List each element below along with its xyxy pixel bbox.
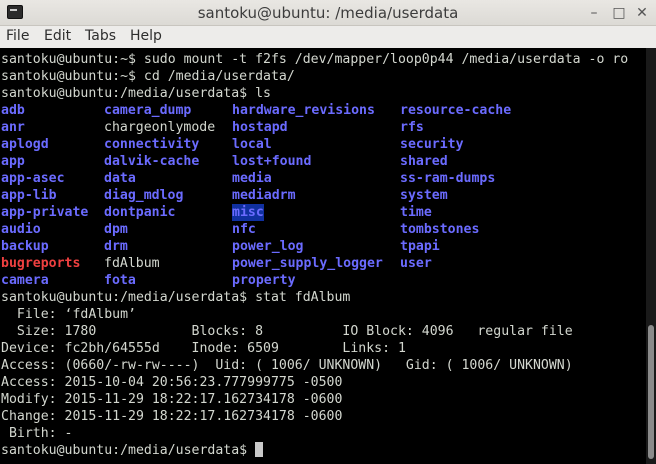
ls-entry: drm (104, 239, 128, 254)
text-cursor (255, 442, 264, 457)
command-line: santoku@ubuntu:~$ cd /media/userdata/ (1, 69, 295, 84)
ls-entry: user (400, 256, 432, 271)
scrollbar-thumb[interactable] (648, 325, 654, 459)
stat-output-line: Access: 2015-10-04 20:56:23.777999775 -0… (1, 375, 343, 390)
ls-entry: camera_dump (104, 103, 192, 118)
prompt-line[interactable]: santoku@ubuntu:/media/userdata$ (1, 442, 264, 459)
ls-entry: audio (1, 222, 41, 237)
stat-output-line: Birth: - (1, 426, 73, 441)
stat-output-line: File: ‘fdAlbum’ (1, 307, 136, 322)
menu-tabs[interactable]: Tabs (85, 28, 116, 44)
ls-entry: app (1, 154, 25, 169)
command-line: santoku@ubuntu:/media/userdata$ stat fdA… (1, 290, 351, 305)
ls-entry: shared (400, 154, 448, 169)
ls-entry: data (104, 171, 136, 186)
ls-entry-highlighted: misc (232, 204, 264, 221)
ls-entry-file: chargeonlymode (104, 120, 216, 135)
stat-output-line: Access: (0660/-rw-rw----) Uid: ( 1006/ U… (1, 358, 573, 373)
ls-entry: fota (104, 273, 136, 288)
ls-entry: anr (1, 120, 25, 135)
ls-entry: hostapd (232, 120, 288, 135)
ls-entry: app-private (1, 205, 89, 220)
ls-entry: dpm (104, 222, 128, 237)
prompt-text: santoku@ubuntu:/media/userdata$ (1, 443, 256, 458)
close-button[interactable]: ✕ (634, 5, 650, 21)
menu-bar: File Edit Tabs Help (0, 26, 656, 49)
terminal-window: santoku@ubuntu: /media/userdata – □ ✕ Fi… (0, 0, 656, 464)
ls-entry: camera (1, 273, 49, 288)
ls-entry: system (400, 188, 448, 203)
stat-output-line: Modify: 2015-11-29 18:22:17.162734178 -0… (1, 392, 343, 407)
ls-entry: app-lib (1, 188, 57, 203)
menu-file[interactable]: File (6, 28, 29, 44)
ls-entry: dalvik-cache (104, 154, 200, 169)
ls-entry: adb (1, 103, 25, 118)
ls-entry: property (232, 273, 296, 288)
command-line: santoku@ubuntu:~$ sudo mount -t f2fs /de… (1, 52, 629, 67)
ls-entry: resource-cache (400, 103, 512, 118)
window-title: santoku@ubuntu: /media/userdata (197, 4, 459, 22)
ls-entry-file: fdAlbum (104, 256, 160, 271)
ls-entry: aplogd (1, 137, 49, 152)
ls-entry: dontpanic (104, 205, 176, 220)
stat-output-line: Change: 2015-11-29 18:22:17.162734178 -0… (1, 409, 343, 424)
minimize-button[interactable]: – (586, 5, 602, 21)
ls-entry: connectivity (104, 137, 200, 152)
ls-entry: backup (1, 239, 49, 254)
ls-entry: time (400, 205, 432, 220)
ls-entry: nfc (232, 222, 256, 237)
ls-entry: power_log (232, 239, 304, 254)
ls-entry: tombstones (400, 222, 480, 237)
ls-entry: power_supply_logger (232, 256, 383, 271)
ls-entry: lost+found (232, 154, 312, 169)
ls-entry: hardware_revisions (232, 103, 375, 118)
menu-help[interactable]: Help (130, 28, 162, 44)
stat-output-line: Size: 1780 Blocks: 8 IO Block: 4096 regu… (1, 324, 573, 339)
ls-entry-broken-link: bugreports (1, 256, 81, 271)
maximize-button[interactable]: □ (611, 5, 627, 21)
menu-edit[interactable]: Edit (44, 28, 71, 44)
ls-entry: local (232, 137, 272, 152)
ls-entry: tpapi (400, 239, 440, 254)
ls-entry: rfs (400, 120, 424, 135)
title-bar[interactable]: santoku@ubuntu: /media/userdata – □ ✕ (0, 0, 656, 26)
command-line: santoku@ubuntu:/media/userdata$ ls (1, 86, 271, 101)
ls-entry: diag_mdlog (104, 188, 184, 203)
ls-entry: security (400, 137, 464, 152)
ls-entry: media (232, 171, 272, 186)
stat-output-line: Device: fc2bh/64555d Inode: 6509 Links: … (1, 341, 406, 356)
ls-entry: mediadrm (232, 188, 296, 203)
terminal-output[interactable]: santoku@ubuntu:~$ sudo mount -t f2fs /de… (0, 48, 646, 464)
ls-entry: app-asec (1, 171, 65, 186)
ls-entry: ss-ram-dumps (400, 171, 496, 186)
